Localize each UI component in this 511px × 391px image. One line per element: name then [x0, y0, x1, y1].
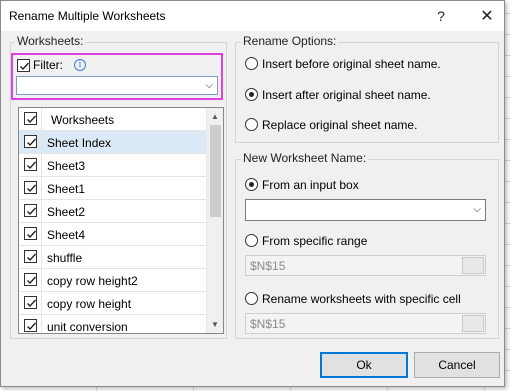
from-range-label[interactable]: From specific range [262, 234, 367, 248]
filter-checkbox[interactable] [17, 59, 30, 72]
close-icon[interactable]: ✕ [473, 4, 501, 28]
name-input-combo[interactable]: ⌵ [245, 199, 486, 221]
help-icon[interactable]: ? [427, 4, 455, 28]
list-scrollbar[interactable]: ▲ ▼ [206, 108, 223, 333]
list-item[interactable]: unit conversion [19, 315, 207, 334]
list-item[interactable]: copy row height2 [19, 269, 207, 292]
sheet-checkbox[interactable] [24, 250, 37, 263]
sheet-checkbox[interactable] [24, 204, 37, 217]
from-cell-label[interactable]: Rename worksheets with specific cell [262, 292, 461, 306]
insert-before-label[interactable]: Insert before original sheet name. [262, 57, 441, 71]
sheet-name: Sheet Index [47, 136, 112, 150]
worksheets-list[interactable]: Worksheets Sheet Index Sheet3 Sheet1 Sheet2… [18, 107, 224, 334]
list-item[interactable]: Sheet3 [19, 154, 207, 177]
sheet-checkbox[interactable] [24, 227, 37, 240]
worksheets-list-rows: Worksheets Sheet Index Sheet3 Sheet1 Sheet2… [19, 108, 207, 334]
sheet-name: Sheet2 [47, 205, 86, 219]
list-item[interactable]: Sheet1 [19, 177, 207, 200]
scroll-down-icon[interactable]: ▼ [207, 316, 223, 333]
list-header-label: Worksheets [51, 113, 115, 127]
filter-section: Filter: i ⌵ [11, 53, 223, 100]
from-input-label[interactable]: From an input box [262, 178, 359, 192]
sheet-name: unit conversion [47, 320, 128, 334]
sheet-name: Sheet4 [47, 228, 86, 242]
from-range-radio[interactable] [245, 234, 258, 247]
list-item[interactable]: shuffle [19, 246, 207, 269]
range-value: $N$15 [250, 259, 286, 273]
cell-value: $N$15 [250, 317, 286, 331]
sheet-checkbox[interactable] [24, 273, 37, 286]
sheet-name: copy row height [47, 297, 132, 311]
worksheets-group-label: Worksheets: [15, 34, 86, 48]
sheet-name: shuffle [47, 251, 83, 265]
ok-button[interactable]: Ok [320, 352, 408, 378]
cell-field: $N$15 [245, 313, 486, 334]
list-item[interactable]: copy row height [19, 292, 207, 315]
list-item[interactable]: Sheet4 [19, 223, 207, 246]
cancel-button[interactable]: Cancel [414, 352, 500, 378]
info-icon[interactable]: i [74, 59, 86, 71]
list-item[interactable]: Sheet2 [19, 200, 207, 223]
from-cell-radio[interactable] [245, 292, 258, 305]
list-header-row[interactable]: Worksheets [19, 108, 207, 131]
range-field: $N$15 [245, 255, 486, 276]
insert-after-label[interactable]: Insert after original sheet name. [262, 88, 431, 102]
select-all-checkbox[interactable] [24, 112, 37, 125]
new-name-label: New Worksheet Name: [241, 151, 369, 165]
sheet-name: copy row height2 [47, 274, 138, 288]
filter-label: Filter: [33, 58, 63, 72]
replace-radio[interactable] [245, 118, 258, 131]
insert-after-radio[interactable] [245, 88, 258, 101]
sheet-checkbox[interactable] [24, 135, 37, 148]
range-select-icon [462, 257, 484, 274]
sheet-checkbox[interactable] [24, 319, 37, 332]
sheet-checkbox[interactable] [24, 181, 37, 194]
rename-worksheets-dialog: Rename Multiple Worksheets ? ✕ Worksheet… [0, 0, 505, 387]
scroll-thumb[interactable] [210, 125, 221, 217]
cell-select-icon [462, 315, 484, 332]
dialog-title: Rename Multiple Worksheets [9, 9, 166, 23]
from-input-radio[interactable] [245, 178, 258, 191]
sheet-name: Sheet1 [47, 182, 86, 196]
sheet-checkbox[interactable] [24, 158, 37, 171]
scroll-up-icon[interactable]: ▲ [207, 108, 223, 125]
filter-dropdown[interactable]: ⌵ [16, 76, 218, 95]
sheet-checkbox[interactable] [24, 296, 37, 309]
replace-label[interactable]: Replace original sheet name. [262, 118, 417, 132]
chevron-down-icon[interactable]: ⌵ [473, 204, 481, 215]
chevron-down-icon[interactable]: ⌵ [205, 80, 213, 91]
title-bar: Rename Multiple Worksheets ? ✕ [1, 1, 504, 31]
insert-before-radio[interactable] [245, 57, 258, 70]
list-item[interactable]: Sheet Index [19, 131, 207, 154]
rename-options-label: Rename Options: [241, 34, 339, 48]
sheet-name: Sheet3 [47, 159, 86, 173]
